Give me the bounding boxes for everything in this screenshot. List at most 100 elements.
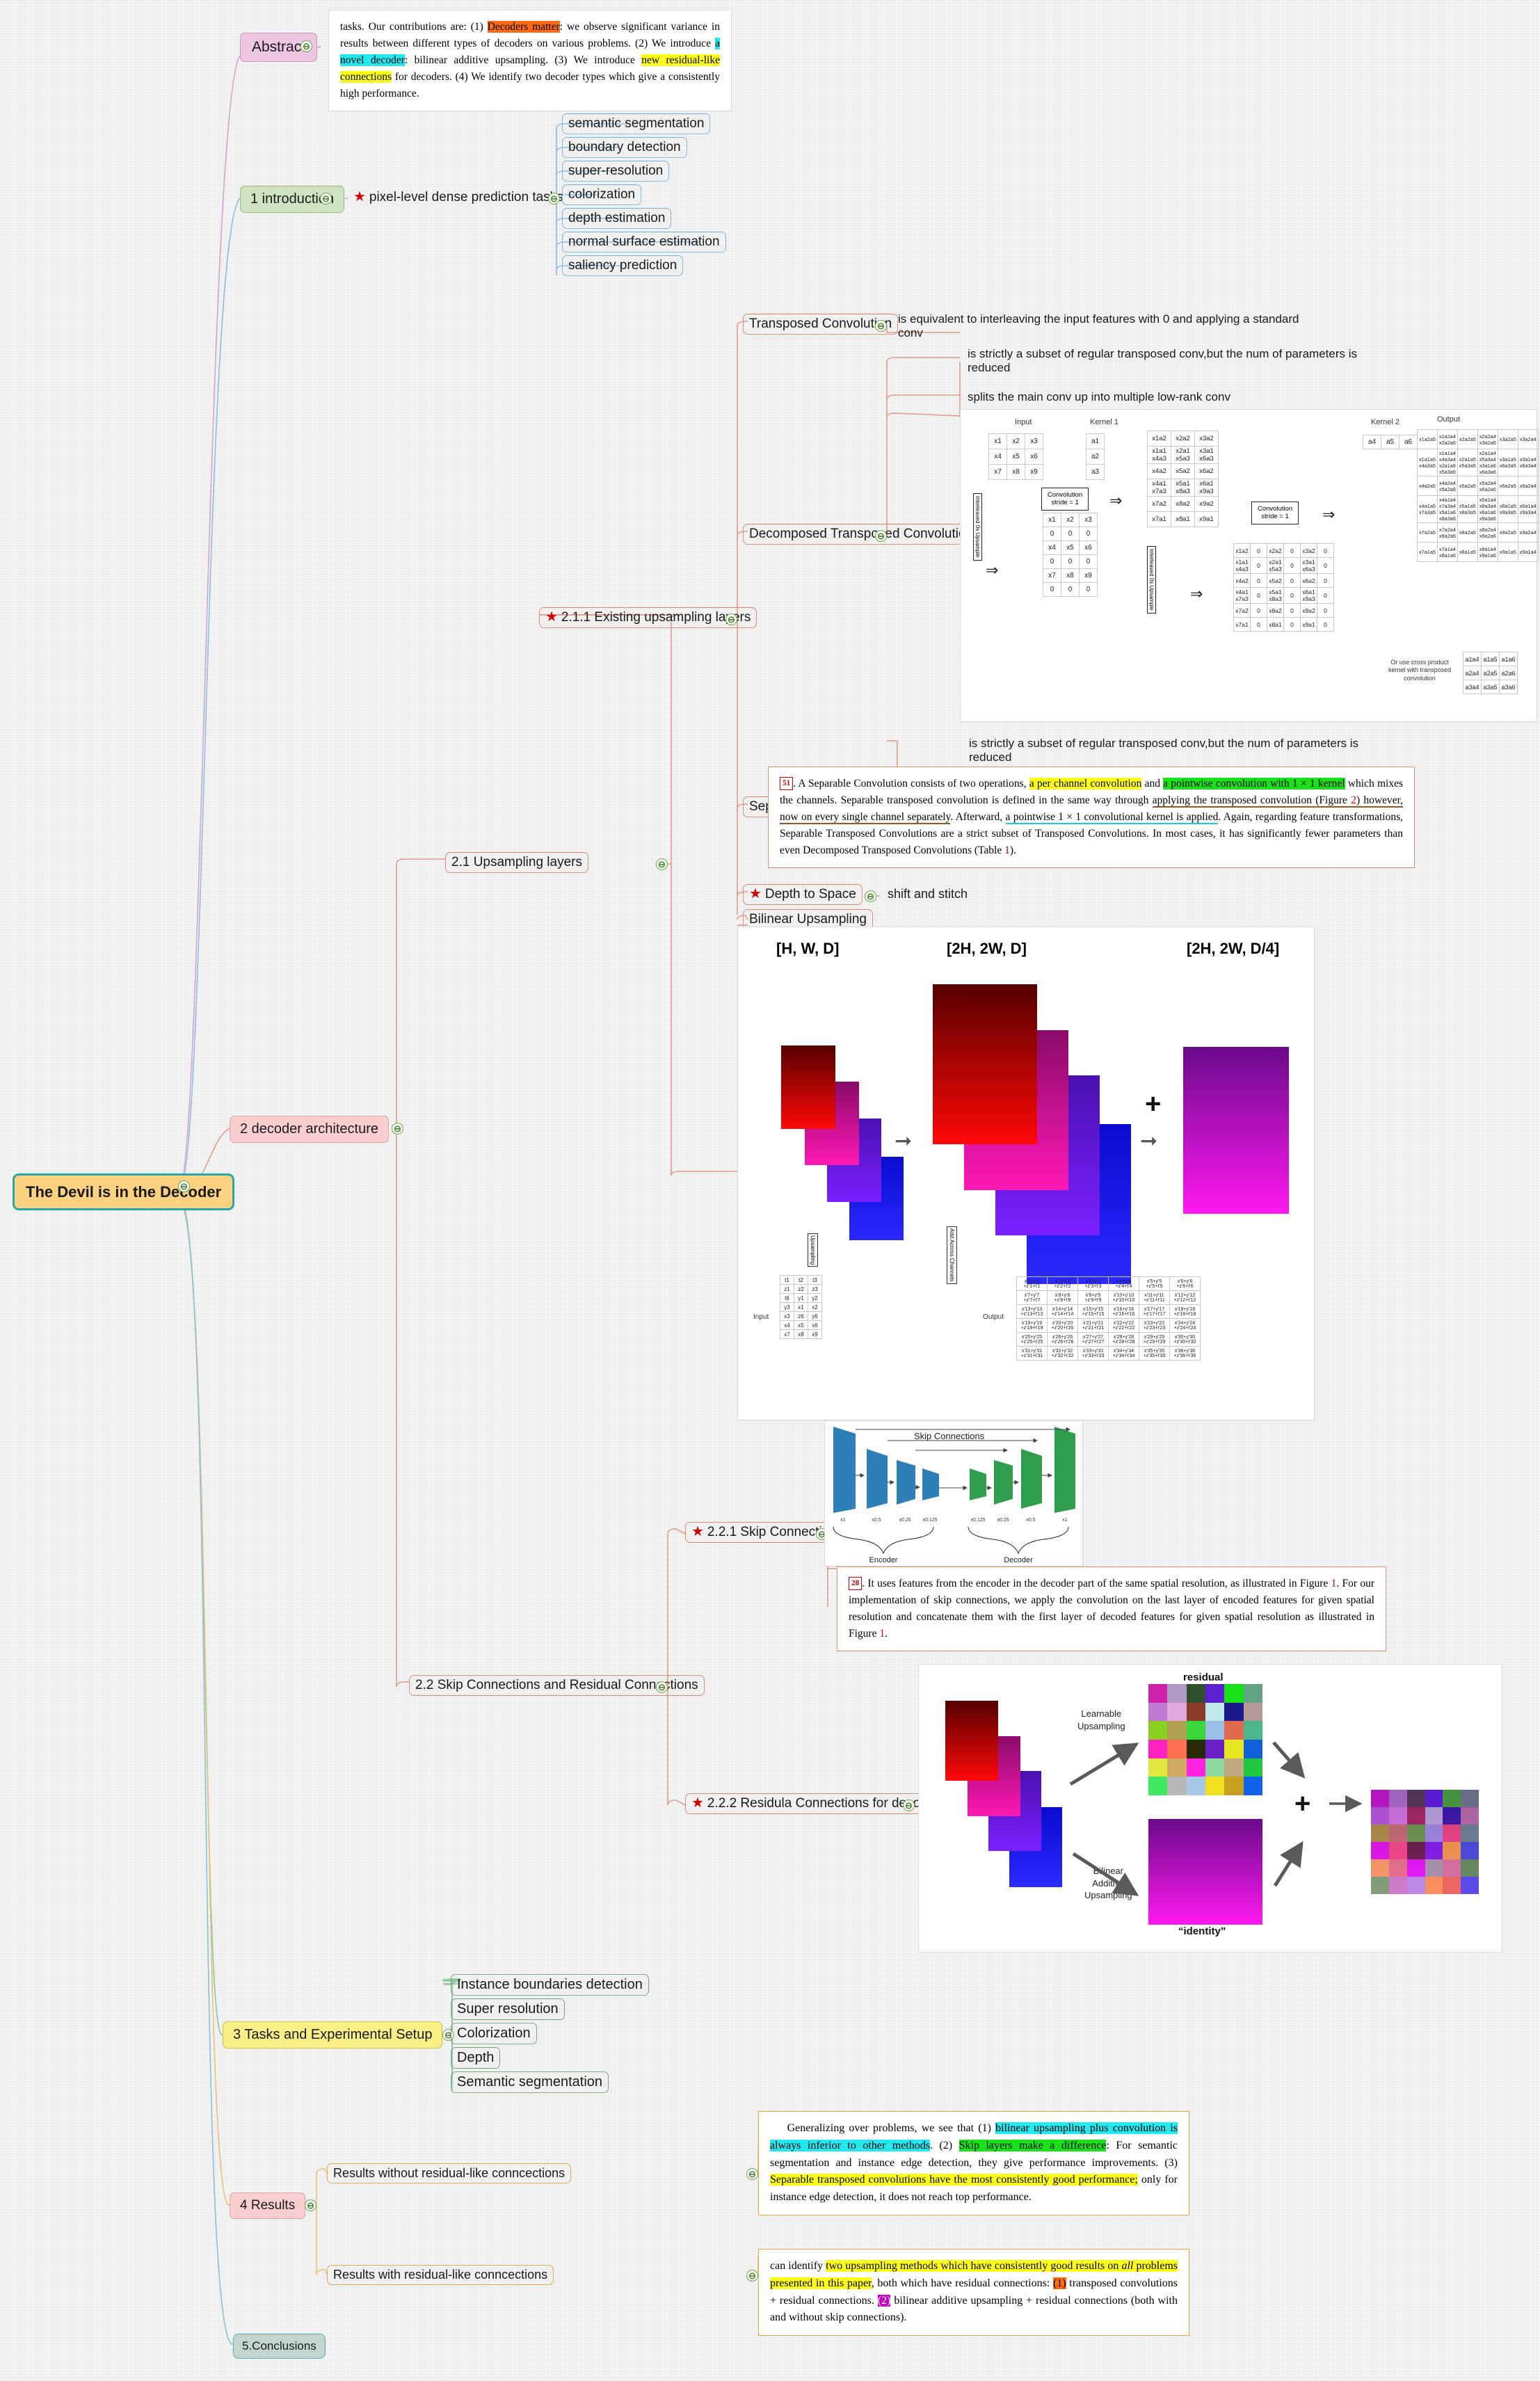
intro-task-item[interactable]: semantic segmentation — [562, 113, 711, 134]
branch-conclusions-label: 5.Conclusions — [242, 2339, 316, 2352]
node-dense-prediction-tasks[interactable]: ★ pixel-level dense prediction tasks — [348, 188, 569, 207]
residual-cell — [1205, 1777, 1225, 1795]
grid-cell: 0 — [1317, 557, 1334, 574]
grid-cell: x2a2a4 x3a2a6 — [1477, 429, 1498, 449]
output-cell — [1425, 1877, 1443, 1894]
branch-conclusions[interactable]: 5.Conclusions — [233, 2334, 326, 2359]
residual-cell — [1167, 1684, 1187, 1703]
svg-text:x0.5: x0.5 — [872, 1518, 881, 1523]
existing-upsampling-collapse-toggle[interactable]: ⊖ — [725, 614, 737, 625]
grid-cell: a4 — [1363, 435, 1381, 449]
output-cell — [1406, 1807, 1425, 1825]
grid-cell: 0 — [1317, 543, 1334, 558]
fig-conv-stride-box-2: Convolution stride = 1 — [1251, 502, 1299, 524]
grid-cell: x'33+y'33 +z'33+t'33 — [1077, 1346, 1109, 1361]
grid-cell: x3 — [1079, 513, 1098, 527]
upsampling-layers-collapse-toggle[interactable]: ⊖ — [656, 858, 668, 870]
transposed-convolution-collapse-toggle[interactable]: ⊖ — [875, 320, 887, 332]
intro-task-item[interactable]: saliency prediction — [562, 255, 684, 276]
branch-tasks-setup[interactable]: 3 Tasks and Experimental Setup — [223, 2021, 443, 2049]
grid-cell: x'16+y'16 +z'16+t'16 — [1108, 1304, 1139, 1319]
intro-task-item[interactable]: boundary detection — [562, 137, 687, 158]
grid-cell: 0 — [1317, 603, 1334, 618]
grid-cell: x4a2a4 x5a2a6 — [1436, 476, 1458, 496]
residual-cell — [1243, 1758, 1262, 1777]
grid-cell: x'35+y'35 +z'35+t'35 — [1139, 1346, 1170, 1361]
grid-cell: x'13+y'13 +z'13+t'13 — [1016, 1304, 1048, 1319]
grid-cell: x4a1 x7a3 — [1233, 587, 1251, 604]
grid-cell: x2a2 — [1171, 431, 1195, 447]
output-cell — [1425, 1807, 1443, 1825]
fig-identity-label: “identity” — [1178, 1925, 1226, 1937]
intro-task-item[interactable]: colorization — [562, 184, 642, 205]
introduction-collapse-toggle[interactable]: ⊖ — [320, 193, 332, 205]
fig-kernel2-label: Kernel 2 — [1371, 418, 1399, 426]
grid-cell: x1 — [794, 1302, 808, 1312]
separable-note-1: is strictly a subset of regular transpos… — [969, 737, 1359, 764]
branch-results[interactable]: 4 Results — [230, 2192, 306, 2219]
grid-cell: x5a1a5 x8a3a5 — [1457, 495, 1478, 523]
output-cell — [1425, 1859, 1443, 1877]
depth-to-space-collapse-toggle[interactable]: ⊖ — [865, 890, 876, 902]
grid-cell: x3a1 x6a3 — [1194, 446, 1219, 464]
fig-upsampling-label-2: Add Across Channels — [947, 1226, 957, 1284]
grid-cell: z3 — [808, 1284, 822, 1294]
fig-cross-note: Or use cross product kernel with transpo… — [1388, 659, 1452, 682]
intro-task-item[interactable]: normal surface estimation — [562, 232, 726, 252]
transposed-convolution-note: is equivalent to interleaving the input … — [898, 312, 1299, 339]
node-existing-upsampling-layers[interactable]: ★ 2.1.1 Existing upsampling layers — [539, 607, 757, 628]
output-cell — [1371, 1842, 1389, 1859]
grid-cell: x6 — [808, 1320, 822, 1330]
node-upsampling-layers[interactable]: 2.1 Upsampling layers — [445, 852, 588, 873]
grid-cell: x9 — [1079, 568, 1098, 583]
fig-output-label: Output — [1437, 415, 1461, 424]
grid-cell: x6 — [1025, 449, 1043, 465]
grid-cell: a1a5 — [1481, 652, 1500, 666]
setup-task-item[interactable]: Semantic segmentation — [451, 2071, 609, 2093]
fmap-residual-noise — [1148, 1684, 1262, 1795]
root-node[interactable]: The Devil is in the Decoder — [13, 1173, 235, 1211]
root-collapse-toggle[interactable]: ⊖ — [178, 1180, 190, 1192]
skip-residual-collapse-toggle[interactable]: ⊖ — [656, 1681, 668, 1693]
node-depth-to-space[interactable]: ★ Depth to Space — [743, 884, 863, 905]
output-cell — [1406, 1859, 1425, 1877]
grid-cell: 0 — [1061, 527, 1080, 541]
intro-task-item[interactable]: depth estimation — [562, 208, 672, 229]
residual-connections-collapse-toggle[interactable]: ⊖ — [903, 1799, 915, 1811]
residual-cell — [1243, 1721, 1262, 1740]
residual-cell — [1167, 1721, 1187, 1740]
results-with-collapse-toggle[interactable]: ⊖ — [746, 2270, 758, 2282]
intro-task-item[interactable]: super-resolution — [562, 161, 670, 182]
fmap-result — [1183, 1047, 1289, 1214]
node-decomposed-transposed-convolution[interactable]: Decomposed Transposed Convolution — [743, 524, 980, 545]
grid-cell: x7a1a4 x8a1a6 — [1436, 542, 1458, 562]
setup-task-item[interactable]: Colorization — [451, 2023, 537, 2044]
residual-cell — [1148, 1739, 1168, 1758]
setup-task-item[interactable]: Depth — [451, 2047, 501, 2069]
abstract-collapse-toggle[interactable]: ⊖ — [300, 40, 312, 52]
node-results-with-residual[interactable]: Results with residual-like conncections — [327, 2265, 554, 2285]
fig-kernel1-label: Kernel 1 — [1090, 418, 1118, 426]
decomposed-collapse-toggle[interactable]: ⊖ — [875, 530, 887, 542]
svg-text:x1: x1 — [840, 1518, 846, 1523]
grid-cell: x5 — [1061, 540, 1080, 555]
skip-connections-note-text: 28. It uses features from the encoder in… — [849, 1577, 1374, 1640]
results-without-collapse-toggle[interactable]: ⊖ — [746, 2168, 758, 2180]
residual-cell — [1186, 1777, 1205, 1795]
grid-cell: x5a2 — [1171, 463, 1195, 479]
node-results-without-residual[interactable]: Results without residual-like conncectio… — [327, 2163, 572, 2183]
output-cell — [1461, 1825, 1479, 1842]
residual-cell — [1167, 1777, 1187, 1795]
results-collapse-toggle[interactable]: ⊖ — [305, 2199, 316, 2211]
setup-task-item[interactable]: Super resolution — [451, 1998, 565, 2020]
branch-decoder-architecture[interactable]: 2 decoder architecture — [230, 1116, 390, 1143]
fmap-small-red — [781, 1045, 835, 1129]
setup-task-item[interactable]: Instance boundaries detection — [451, 1974, 649, 1996]
decoder-architecture-collapse-toggle[interactable]: ⊖ — [392, 1123, 403, 1135]
fig-input-label: Input — [753, 1313, 769, 1321]
fig-interleaved-label-1: Interleaved 0s Upsample — [973, 493, 982, 561]
dense-prediction-collapse-toggle[interactable]: ⊖ — [548, 193, 560, 205]
residual-cell — [1243, 1702, 1262, 1722]
grid-cell: x3a1a5 x6a3a5 — [1497, 449, 1518, 476]
fmap-in-red — [945, 1701, 998, 1781]
